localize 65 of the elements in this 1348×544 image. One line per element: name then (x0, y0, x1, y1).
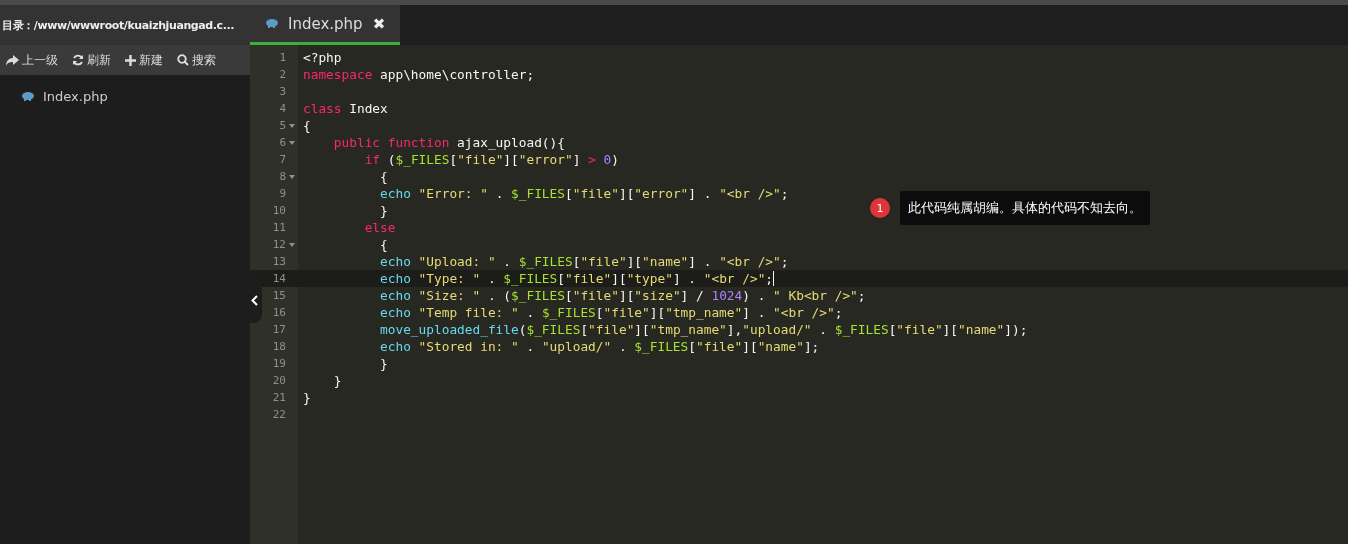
code-line: namespace app\home\controller; (302, 66, 535, 83)
line-number: 6 (279, 135, 286, 151)
search-button[interactable]: 搜索 (173, 49, 220, 71)
line-number: 3 (279, 84, 286, 100)
close-button[interactable]: ✖ (372, 14, 386, 33)
file-name: Index.php (43, 89, 108, 104)
line-number: 21 (272, 390, 286, 406)
annotation-tooltip: 此代码纯属胡编。具体的代码不知去向。 (900, 191, 1150, 225)
elephant-icon (266, 19, 278, 28)
code-line: } (332, 372, 342, 389)
refresh-button[interactable]: 刷新 (68, 49, 115, 71)
code-line: echo "Error: " . $_FILES["file"]["error"] . "<br />"; (379, 185, 789, 202)
editor-tab[interactable]: Index.php ✖ (250, 5, 400, 45)
code-line: echo "Type: " . $_FILES["file"]["type"] . "<br />"; (379, 270, 775, 287)
code-line: } (379, 355, 388, 372)
fold-icon[interactable] (289, 123, 295, 128)
directory-path: 目录：/www/wwwroot/kuaizhjuangad.c... (2, 17, 235, 33)
line-number: 4 (279, 101, 286, 117)
code-line: { (302, 117, 311, 134)
line-number: 13 (272, 254, 286, 270)
fold-icon[interactable] (289, 242, 295, 247)
code-line: echo "Stored in: " . "upload/" . $_FILES["file"]["name"]; (379, 338, 820, 355)
new-button[interactable]: 新建 (121, 49, 167, 71)
code-line: { (379, 168, 388, 185)
code-line: echo "Upload: " . $_FILES["file"]["name"] . "<br />"; (379, 253, 789, 270)
line-number: 12 (272, 237, 286, 253)
line-number: 17 (272, 322, 286, 338)
line-number: 20 (272, 373, 286, 389)
line-number: 18 (272, 339, 286, 355)
code-line: } (379, 202, 388, 219)
chevron-left-icon (250, 294, 258, 306)
number-badge: 1 (870, 198, 890, 218)
tab-label: Index.php (288, 14, 363, 33)
file-item[interactable]: Index.php (0, 87, 250, 106)
line-number: 15 (272, 288, 286, 304)
code-line: if ($_FILES["file"]["error"] > 0) (363, 151, 619, 168)
line-number: 7 (279, 152, 286, 168)
line-number: 2 (279, 67, 286, 83)
code-line: else (363, 219, 396, 236)
line-number: 8 (279, 169, 286, 185)
fold-icon[interactable] (289, 140, 295, 145)
elephant-icon (22, 92, 34, 101)
plus-icon (125, 54, 136, 66)
refresh-icon (72, 54, 84, 66)
code-line: } (302, 389, 311, 406)
line-number: 11 (272, 220, 286, 236)
code-line: public function ajax_upload(){ (332, 134, 565, 151)
code-line: echo "Temp file: " . $_FILES["file"]["tmp_name"] . "<br />"; (379, 304, 843, 321)
line-number: 5 (279, 118, 286, 134)
code-line: class Index (302, 100, 388, 117)
search-icon (177, 54, 189, 66)
code-line: move_uploaded_file($_FILES["file"]["tmp_name"],"upload/" . $_FILES["file"]["name"]); (379, 321, 1028, 338)
fold-icon[interactable] (289, 174, 295, 179)
up-button[interactable]: 上一级 (2, 49, 62, 71)
line-number: 9 (279, 186, 286, 202)
line-number: 14 (272, 271, 286, 287)
code-line: <?php (302, 49, 342, 66)
code-line: { (379, 236, 388, 253)
code-line: echo "Size: " . ($_FILES["file"]["size"] / 1024) . " Kb<br />"; (379, 287, 866, 304)
line-number: 16 (272, 305, 286, 321)
line-number: 22 (272, 407, 286, 423)
line-number: 19 (272, 356, 286, 372)
line-number: 1 (279, 50, 286, 66)
line-number: 10 (272, 203, 286, 219)
share-arrow-icon (6, 54, 19, 66)
